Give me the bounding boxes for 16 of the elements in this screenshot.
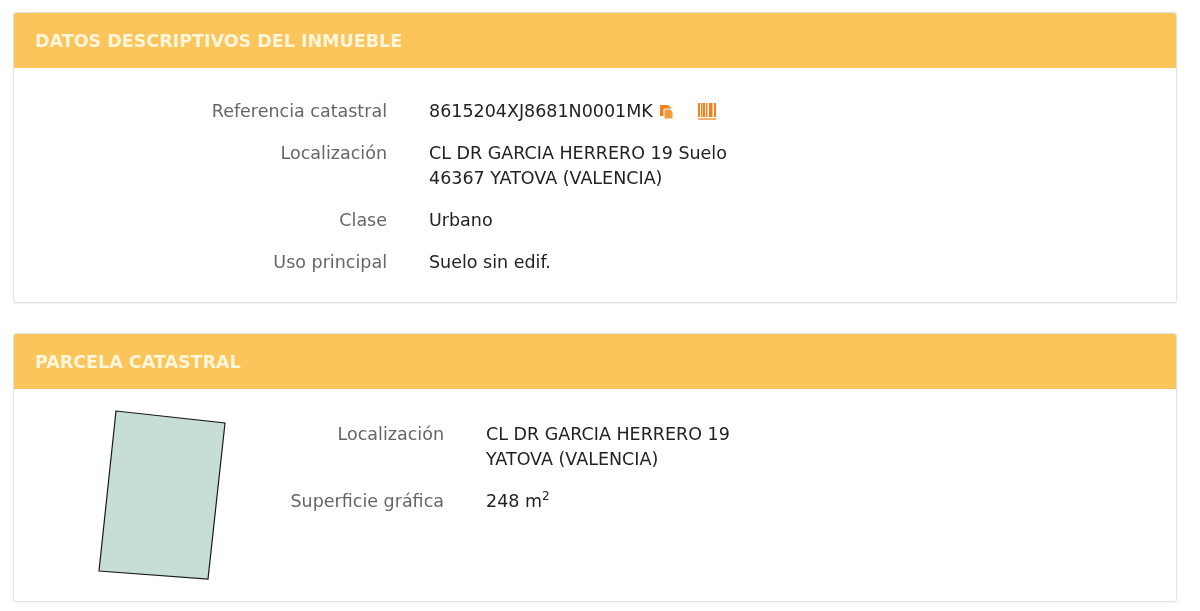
field-label: Clase	[338, 209, 387, 232]
field-value: CL DR GARCIA HERRERO 19 YATOVA (VALENCIA)	[486, 423, 730, 471]
field-value: CL DR GARCIA HERRERO 19 Suelo 46367 YATOVA (VALENCIA)	[429, 142, 727, 190]
field-label: Referencia catastral	[210, 100, 387, 123]
field-value: 8615204XJ8681N0001MK	[429, 100, 653, 123]
copy-icon[interactable]	[658, 103, 676, 120]
field-value: 248 m$^{2}$	[486, 489, 550, 513]
field-value: Urbano	[429, 209, 493, 232]
field-label: Uso principal	[272, 251, 387, 274]
section-title: DATOS DESCRIPTIVOS DEL INMUEBLE	[35, 30, 403, 51]
field-label: Localización	[336, 423, 444, 446]
field-value: Suelo sin edif.	[429, 251, 551, 274]
field-label: Superficie gráfica	[289, 490, 444, 513]
field-label: Localización	[279, 142, 387, 165]
section-title: PARCELA CATASTRAL	[35, 351, 241, 372]
barcode-icon[interactable]	[696, 103, 717, 120]
